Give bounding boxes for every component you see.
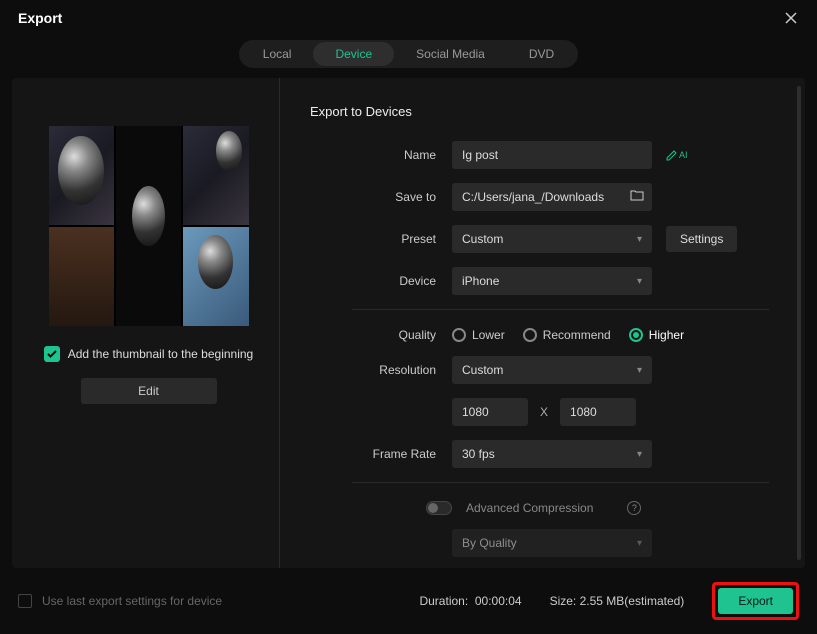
saveto-input[interactable]	[452, 183, 652, 211]
chevron-down-icon: ▾	[637, 365, 642, 376]
tab-local[interactable]: Local	[241, 42, 314, 66]
help-icon[interactable]: ?	[627, 501, 641, 515]
resolution-select[interactable]: Custom ▾	[452, 356, 652, 384]
preset-select[interactable]: Custom ▾	[452, 225, 652, 253]
thumb-cell	[49, 227, 114, 326]
quality-higher-radio[interactable]: Higher	[629, 328, 684, 342]
name-label: Name	[310, 148, 452, 162]
tab-dvd[interactable]: DVD	[507, 42, 576, 66]
width-input[interactable]	[452, 398, 528, 426]
saveto-label: Save to	[310, 190, 452, 204]
size-info: Size: 2.55 MB(estimated)	[550, 594, 685, 608]
thumb-cell	[183, 227, 248, 326]
add-thumbnail-label: Add the thumbnail to the beginning	[68, 347, 253, 361]
duration-info: Duration: 00:00:04	[419, 594, 521, 608]
advanced-compression-toggle[interactable]	[426, 501, 452, 515]
section-title: Export to Devices	[310, 104, 769, 119]
settings-button[interactable]: Settings	[666, 226, 737, 252]
advanced-compression-label: Advanced Compression	[466, 501, 593, 515]
window-title: Export	[18, 10, 62, 26]
ai-icon[interactable]: AI	[666, 149, 688, 161]
close-icon[interactable]	[783, 10, 799, 26]
chevron-down-icon: ▾	[637, 276, 642, 287]
folder-icon[interactable]	[630, 189, 644, 204]
tab-social-media[interactable]: Social Media	[394, 42, 507, 66]
height-input[interactable]	[560, 398, 636, 426]
device-label: Device	[310, 274, 452, 288]
thumb-cell	[116, 126, 181, 326]
divider	[352, 482, 769, 483]
edit-button[interactable]: Edit	[81, 378, 217, 404]
export-button[interactable]: Export	[718, 588, 793, 614]
preset-label: Preset	[310, 232, 452, 246]
chevron-down-icon: ▾	[637, 234, 642, 245]
quality-recommend-radio[interactable]: Recommend	[523, 328, 611, 342]
chevron-down-icon: ▾	[637, 538, 642, 549]
quality-label: Quality	[310, 328, 452, 342]
quality-lower-radio[interactable]: Lower	[452, 328, 505, 342]
use-last-settings-label: Use last export settings for device	[42, 594, 409, 608]
export-tabs: Local Device Social Media DVD	[0, 34, 817, 78]
scrollbar[interactable]	[797, 86, 801, 560]
compression-mode-select[interactable]: By Quality ▾	[452, 529, 652, 557]
add-thumbnail-checkbox[interactable]	[44, 346, 60, 362]
resolution-separator: X	[540, 405, 548, 419]
resolution-label: Resolution	[310, 363, 452, 377]
thumb-cell	[49, 126, 114, 225]
chevron-down-icon: ▾	[637, 449, 642, 460]
tab-device[interactable]: Device	[313, 42, 394, 66]
thumbnail-preview	[49, 126, 249, 326]
thumb-cell	[183, 126, 248, 225]
export-button-highlight: Export	[712, 582, 799, 620]
device-select[interactable]: iPhone ▾	[452, 267, 652, 295]
divider	[352, 309, 769, 310]
framerate-select[interactable]: 30 fps ▾	[452, 440, 652, 468]
use-last-settings-checkbox[interactable]	[18, 594, 32, 608]
name-input[interactable]	[452, 141, 652, 169]
framerate-label: Frame Rate	[310, 447, 452, 461]
